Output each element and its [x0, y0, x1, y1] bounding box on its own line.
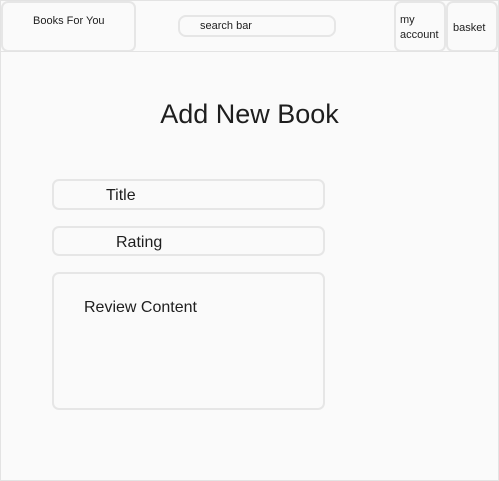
basket-button[interactable]: basket	[446, 1, 498, 52]
header-divider	[1, 51, 498, 52]
review-content-placeholder: Review Content	[84, 299, 197, 316]
basket-label: basket	[453, 22, 486, 34]
page-title: Add New Book	[160, 99, 339, 129]
page-frame: Books For You search bar my account bask…	[0, 0, 499, 481]
my-account-button[interactable]: my account	[394, 1, 446, 52]
search-input[interactable]: search bar	[178, 15, 336, 37]
title-field[interactable]: Title	[52, 179, 325, 210]
title-placeholder: Title	[106, 187, 136, 204]
my-account-label: my account	[400, 14, 439, 41]
brand-logo[interactable]: Books For You	[1, 1, 136, 52]
rating-field[interactable]: Rating	[52, 226, 325, 256]
search-placeholder: search bar	[200, 20, 252, 32]
rating-placeholder: Rating	[116, 234, 163, 251]
brand-name: Books For You	[33, 15, 105, 27]
review-content-field[interactable]: Review Content	[52, 272, 325, 410]
